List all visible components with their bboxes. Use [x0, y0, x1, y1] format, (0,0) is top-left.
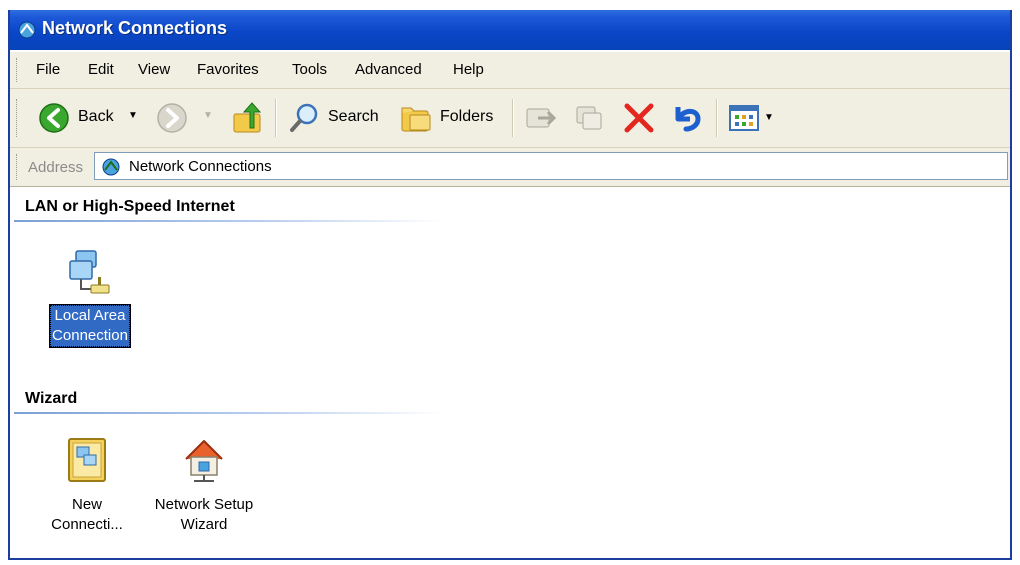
views-button[interactable]: ▼: [728, 103, 780, 133]
addressbar-grip[interactable]: [16, 154, 20, 180]
folders-button[interactable]: Folders: [398, 99, 504, 137]
back-label: Back: [78, 108, 114, 125]
search-button[interactable]: Search: [284, 99, 388, 137]
menu-help[interactable]: Help: [453, 61, 484, 78]
undo-icon: [675, 107, 701, 132]
forward-arrow-icon: [157, 103, 187, 133]
address-input[interactable]: Network Connections: [94, 152, 1008, 180]
copy-to-button[interactable]: [574, 103, 606, 133]
search-label: Search: [328, 108, 379, 125]
toolbar-separator: [716, 99, 718, 137]
delete-x-icon: [624, 103, 654, 133]
new-connection-wizard-item[interactable]: New Connecti...: [32, 435, 142, 535]
folders-icon: [401, 107, 431, 132]
menu-file[interactable]: File: [36, 61, 60, 78]
back-button[interactable]: Back: [32, 99, 142, 137]
item-label-line2: Connection: [52, 327, 128, 344]
toolbar-separator: [512, 99, 514, 137]
network-setup-wizard-icon: [185, 440, 223, 482]
group-divider: [14, 412, 444, 414]
menu-bar: File Edit View Favorites Tools Advanced …: [10, 52, 1010, 89]
group-divider: [14, 220, 444, 222]
menu-edit[interactable]: Edit: [88, 61, 114, 78]
new-connection-wizard-icon: [68, 438, 106, 482]
up-folder-button[interactable]: [230, 100, 266, 136]
item-label-line1: Network Setup: [154, 496, 254, 513]
menubar-grip[interactable]: [16, 58, 20, 82]
network-connections-icon: [102, 158, 120, 176]
folders-label: Folders: [440, 108, 494, 125]
forward-button[interactable]: [156, 102, 188, 134]
group-title-lan: LAN or High-Speed Internet: [25, 198, 235, 215]
menu-advanced[interactable]: Advanced: [355, 61, 422, 78]
back-arrow-icon: [39, 103, 69, 133]
window-title: Network Connections: [42, 18, 228, 38]
local-area-connection-label: Local Area Connection: [49, 304, 131, 348]
item-label-line2: Connecti...: [51, 516, 123, 533]
menu-tools[interactable]: Tools: [292, 61, 327, 78]
item-label-line1: New: [71, 496, 102, 513]
local-area-connection-item[interactable]: Local Area Connection: [38, 247, 142, 348]
move-to-button[interactable]: [524, 103, 557, 133]
views-icon: [729, 105, 759, 131]
address-value: Network Connections: [129, 158, 272, 175]
group-title-wizard: Wizard: [25, 390, 78, 407]
explorer-window: Network Connections File Edit View Favor…: [8, 10, 1012, 560]
network-setup-wizard-item[interactable]: Network Setup Wizard: [142, 435, 266, 535]
toolbar-grip[interactable]: [16, 99, 20, 137]
standard-toolbar: Back ▼ ▼ Search Folders ▼: [10, 89, 1010, 148]
item-label-line1: Local Area: [54, 307, 126, 324]
menu-favorites[interactable]: Favorites: [197, 61, 259, 78]
move-to-icon: [526, 108, 557, 128]
views-dropdown-icon[interactable]: ▼: [764, 112, 774, 123]
address-bar: Address Network Connections: [10, 148, 1010, 187]
item-label-line2: Wizard: [180, 516, 228, 533]
delete-button[interactable]: [622, 101, 656, 135]
forward-dropdown-icon[interactable]: ▼: [203, 110, 213, 121]
network-connections-icon: [18, 21, 36, 39]
copy-to-icon: [576, 106, 602, 130]
toolbar-separator: [275, 99, 277, 137]
back-dropdown-icon[interactable]: ▼: [128, 110, 138, 121]
address-label: Address: [28, 159, 84, 176]
title-bar[interactable]: Network Connections: [10, 10, 1010, 50]
lan-connection-icon: [69, 250, 110, 294]
menu-view[interactable]: View: [138, 61, 170, 78]
content-pane: LAN or High-Speed Internet Local Area Co…: [10, 187, 1010, 558]
undo-button[interactable]: [670, 101, 704, 135]
search-icon: [290, 103, 318, 132]
up-folder-icon: [233, 102, 262, 133]
